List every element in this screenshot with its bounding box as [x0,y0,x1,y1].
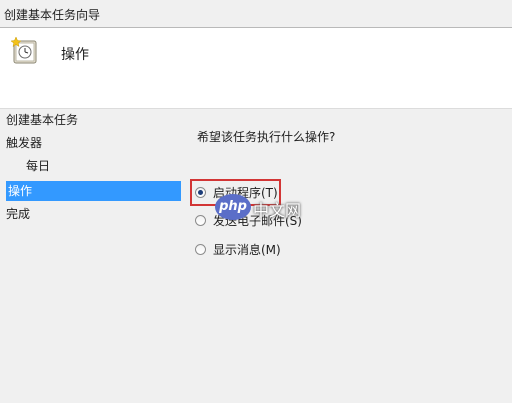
radio-button[interactable] [195,244,206,255]
step-trigger[interactable]: 触发器 [6,133,42,153]
radio-dot [198,190,203,195]
watermark-text: 中文网 [253,201,302,220]
option-show-message-label: 显示消息(M) [213,243,281,257]
action-prompt: 希望该任务执行什么操作? [197,130,336,144]
step-daily[interactable]: 每日 [26,156,50,176]
page-heading: 操作 [61,47,89,63]
title-bar[interactable]: 创建基本任务向导 [0,0,512,28]
php-watermark: php 中文网 [215,192,315,224]
wizard-steps-sidebar: 创建基本任务 触发器 每日 操作 完成 [0,108,181,403]
task-scheduler-clock-icon [10,36,40,66]
wizard-header: 操作 [0,28,512,109]
window-title: 创建基本任务向导 [4,8,101,22]
step-create-basic-task[interactable]: 创建基本任务 [6,110,78,130]
wizard-content: 希望该任务执行什么操作? 启动程序(T) 发送电子邮件(S) 显示消息(M) [180,108,512,403]
step-action[interactable]: 操作 [6,181,181,201]
php-logo-icon: php [215,194,251,220]
radio-button-selected[interactable] [195,187,206,198]
step-finish[interactable]: 完成 [6,204,30,224]
radio-button[interactable] [195,215,206,226]
